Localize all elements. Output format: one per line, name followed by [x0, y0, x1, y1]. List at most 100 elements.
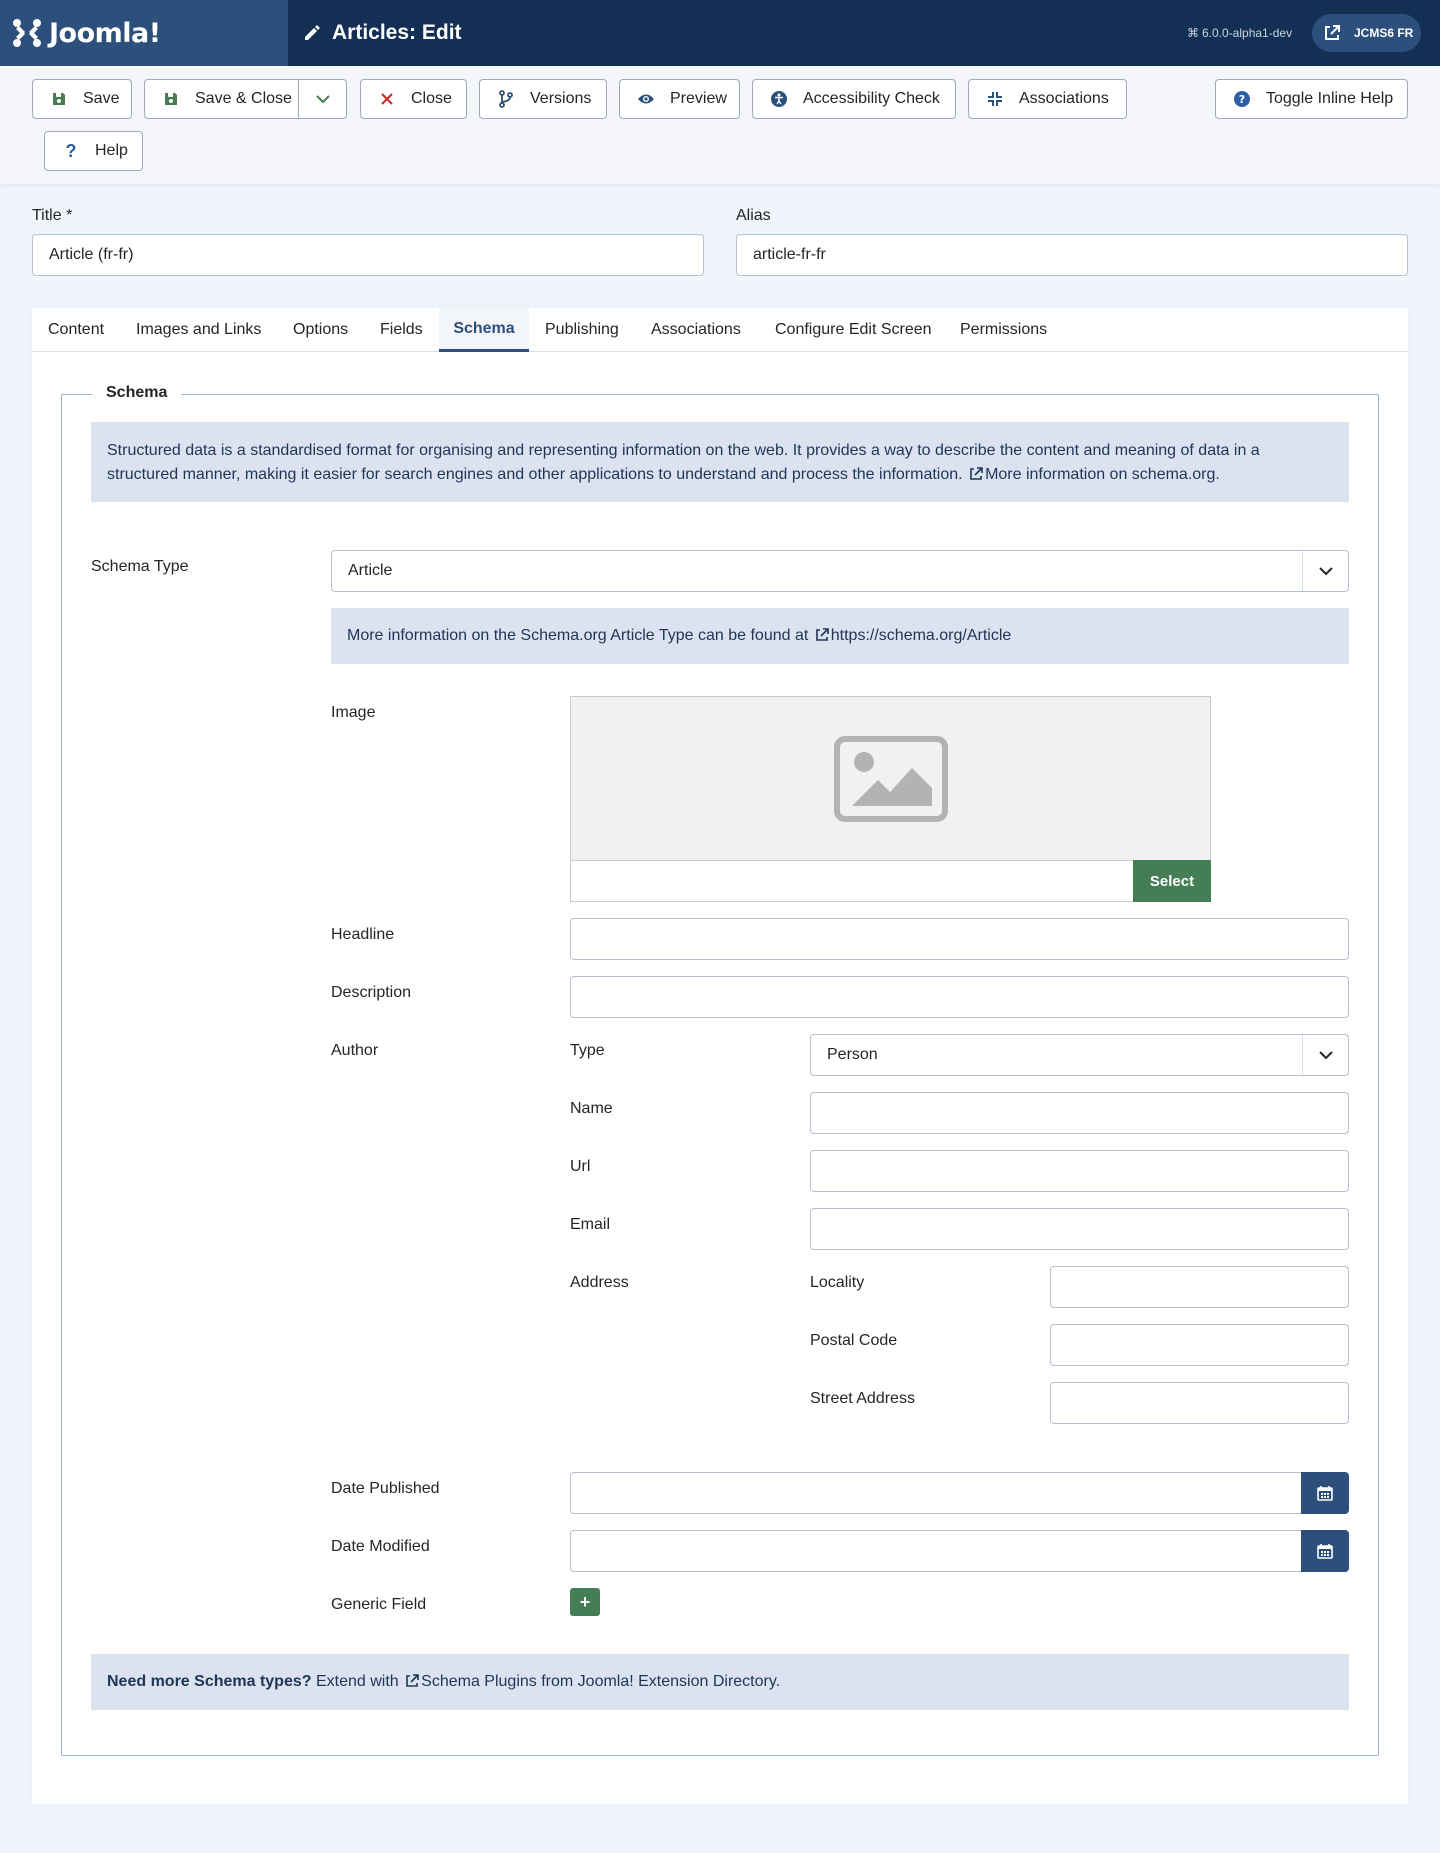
image-placeholder-icon — [833, 736, 948, 822]
date-published-input[interactable] — [570, 1472, 1303, 1514]
toggle-inline-help-button[interactable]: ? Toggle Inline Help — [1215, 79, 1408, 119]
code-branch-icon — [496, 89, 516, 109]
question-circle-icon: ? — [1232, 89, 1252, 109]
headline-label: Headline — [331, 926, 395, 943]
save-button[interactable]: Save — [32, 79, 132, 119]
svg-text:?: ? — [1239, 93, 1245, 106]
description-input[interactable] — [570, 976, 1349, 1018]
author-email-label: Email — [570, 1216, 611, 1233]
schema-intro-alert: Structured data is a standardised format… — [91, 422, 1349, 502]
external-link-icon — [970, 467, 983, 480]
image-select-button[interactable]: Select — [1133, 860, 1211, 902]
tab-options[interactable]: Options — [293, 308, 348, 352]
locality-label: Locality — [810, 1274, 865, 1291]
save-icon — [161, 89, 181, 109]
schema-type-info-text: More information on the Schema.org Artic… — [347, 627, 809, 644]
date-modified-label: Date Modified — [331, 1538, 430, 1555]
alias-input[interactable]: article-fr-fr — [736, 234, 1408, 276]
schema-legend: Schema — [92, 384, 182, 402]
date-published-calendar-button[interactable] — [1301, 1472, 1349, 1514]
save-close-label: Save & Close — [195, 90, 292, 107]
help-button[interactable]: ? Help — [44, 131, 143, 171]
postal-code-input[interactable] — [1050, 1324, 1349, 1366]
author-name-input[interactable] — [810, 1092, 1349, 1134]
schema-type-select[interactable]: Article — [331, 550, 1349, 592]
schema-org-link[interactable]: More information on schema.org. — [985, 466, 1220, 483]
help-label: Help — [95, 142, 128, 159]
author-name-label: Name — [570, 1100, 613, 1117]
chevron-down-icon — [1302, 551, 1348, 591]
address-label: Address — [570, 1274, 629, 1291]
accessibility-check-button[interactable]: Accessibility Check — [752, 79, 956, 119]
author-type-select[interactable]: Person — [810, 1034, 1349, 1076]
associations-label: Associations — [1019, 90, 1109, 107]
tab-fields[interactable]: Fields — [380, 308, 423, 352]
headline-input[interactable] — [570, 918, 1349, 960]
chevron-down-icon — [315, 95, 330, 104]
page-title: Articles: Edit — [302, 0, 462, 66]
pencil-icon — [302, 23, 322, 43]
eye-icon — [636, 89, 656, 109]
date-published-label: Date Published — [331, 1480, 440, 1497]
alias-label: Alias — [736, 207, 771, 224]
generic-field-label: Generic Field — [331, 1596, 427, 1613]
more-schema-text: Extend with — [315, 1673, 399, 1690]
question-icon: ? — [65, 140, 77, 161]
save-icon — [49, 89, 69, 109]
street-address-label: Street Address — [810, 1390, 915, 1407]
author-url-label: Url — [570, 1158, 591, 1175]
image-path-input[interactable] — [570, 860, 1134, 902]
tab-associations[interactable]: Associations — [651, 308, 741, 352]
associations-button[interactable]: Associations — [968, 79, 1127, 119]
accessibility-label: Accessibility Check — [803, 90, 940, 107]
versions-label: Versions — [530, 90, 592, 107]
street-address-input[interactable] — [1050, 1382, 1349, 1424]
toolbar: Save Save & Close Close Versions Preview… — [0, 66, 1440, 184]
preview-label: Preview — [670, 90, 727, 107]
tab-content[interactable]: Content — [48, 308, 104, 352]
versions-button[interactable]: Versions — [479, 79, 607, 119]
title-input[interactable]: Article (fr-fr) — [32, 234, 704, 276]
external-link-icon — [1320, 21, 1344, 45]
locality-input[interactable] — [1050, 1266, 1349, 1308]
save-options-dropdown[interactable] — [298, 79, 347, 119]
schema-type-value: Article — [348, 562, 393, 579]
tab-bar: Content Images and Links Options Fields … — [32, 308, 1408, 352]
date-modified-input[interactable] — [570, 1530, 1303, 1572]
site-link-button[interactable]: JCMS6 FR — [1312, 14, 1421, 52]
version-label: ⌘ 6.0.0-alpha1-dev — [1187, 26, 1292, 40]
date-modified-calendar-button[interactable] — [1301, 1530, 1349, 1572]
author-url-input[interactable] — [810, 1150, 1349, 1192]
generic-field-add-button[interactable]: + — [570, 1588, 600, 1616]
author-email-input[interactable] — [810, 1208, 1349, 1250]
joomla-version-icon: ⌘ — [1187, 26, 1199, 40]
image-preview[interactable] — [570, 696, 1211, 861]
app-header: Joomla! Articles: Edit ⌘ 6.0.0-alpha1-de… — [0, 0, 1440, 66]
tab-configure-edit-screen[interactable]: Configure Edit Screen — [775, 308, 932, 352]
brand-name: Joomla! — [49, 17, 161, 49]
tab-schema[interactable]: Schema — [439, 308, 529, 352]
close-button[interactable]: Close — [360, 79, 467, 119]
author-type-value: Person — [827, 1046, 878, 1063]
description-label: Description — [331, 984, 412, 1001]
calendar-icon — [1317, 1486, 1333, 1501]
site-button-label: JCMS6 FR — [1354, 26, 1414, 40]
tab-images-and-links[interactable]: Images and Links — [136, 308, 261, 352]
tab-permissions[interactable]: Permissions — [960, 308, 1047, 352]
external-link-icon — [406, 1674, 419, 1687]
joomla-logo[interactable]: Joomla! — [0, 0, 288, 66]
compress-icon — [985, 89, 1005, 109]
schema-article-link[interactable]: https://schema.org/Article — [831, 627, 1012, 644]
schema-type-label: Schema Type — [91, 558, 189, 575]
tab-publishing[interactable]: Publishing — [545, 308, 619, 352]
toggle-help-label: Toggle Inline Help — [1266, 90, 1394, 107]
save-label: Save — [83, 90, 120, 107]
universal-access-icon — [769, 89, 789, 109]
close-label: Close — [411, 90, 452, 107]
schema-type-info-alert: More information on the Schema.org Artic… — [331, 608, 1349, 664]
jed-schema-plugins-link[interactable]: Schema Plugins from Joomla! Extension Di… — [421, 1673, 780, 1690]
save-close-button[interactable]: Save & Close — [144, 79, 299, 119]
chevron-down-icon — [1302, 1035, 1348, 1075]
postal-code-label: Postal Code — [810, 1332, 898, 1349]
preview-button[interactable]: Preview — [619, 79, 740, 119]
